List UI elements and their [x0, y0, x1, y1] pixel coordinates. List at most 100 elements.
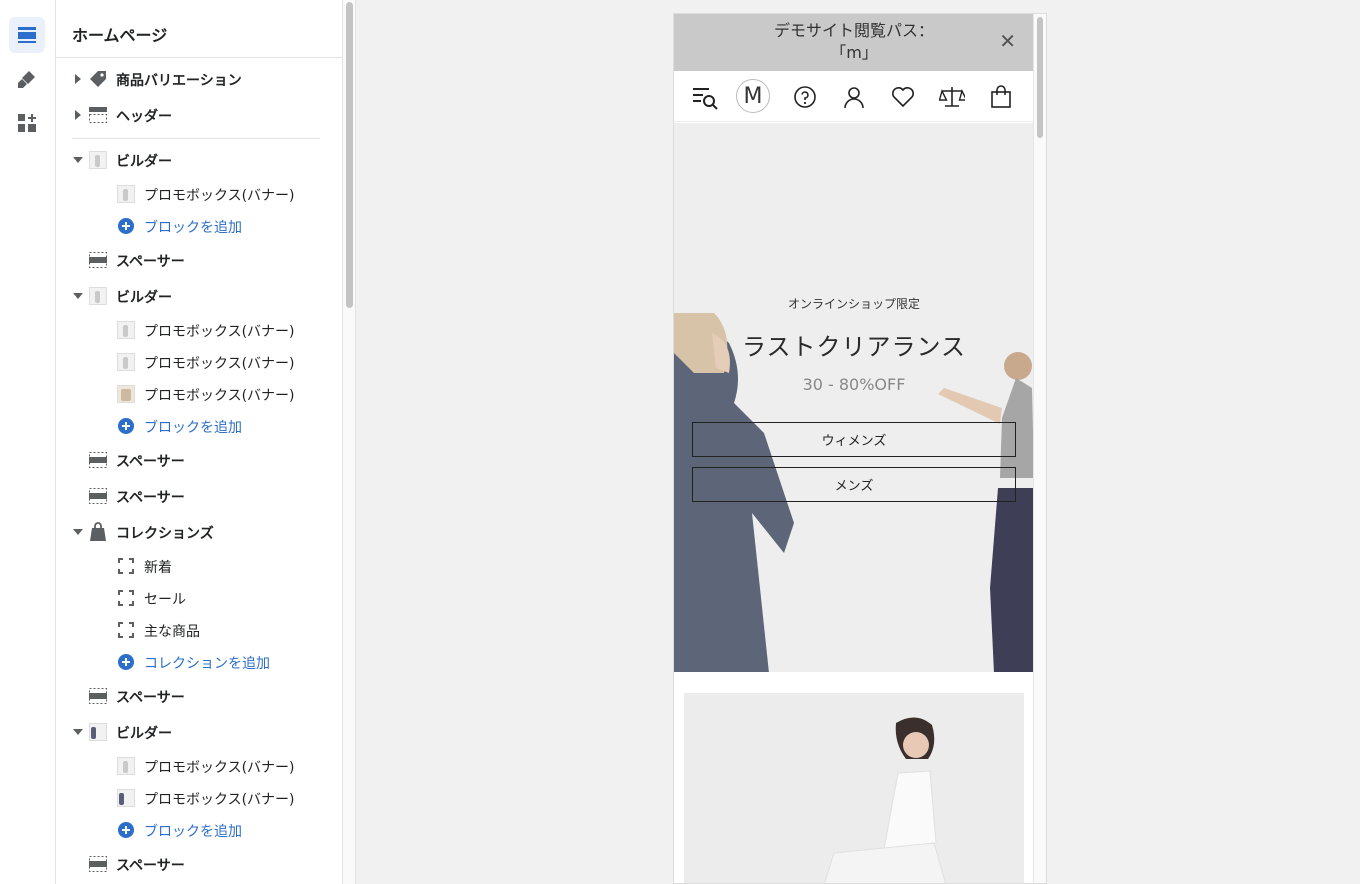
- preview-scrollbar[interactable]: [1033, 14, 1046, 883]
- builder-thumbnail-icon: [88, 151, 108, 169]
- spacer-icon: [88, 451, 108, 469]
- promo-banner-image: [684, 693, 1024, 883]
- add-collection-label: コレクションを追加: [144, 656, 270, 672]
- collection-frame-icon: [116, 589, 136, 607]
- builder-thumbnail-icon: [88, 287, 108, 305]
- promo-model-image: [824, 717, 946, 883]
- section-label: コレクションズ: [116, 526, 214, 542]
- collection-frame-icon: [116, 621, 136, 639]
- add-block-icon: [18, 114, 36, 132]
- caret-right-icon[interactable]: [72, 109, 84, 121]
- section-spacer-5[interactable]: スペーサー: [56, 848, 342, 880]
- caret-down-icon[interactable]: [72, 154, 84, 166]
- section-spacer-3[interactable]: スペーサー: [56, 480, 342, 512]
- add-block-button[interactable]: ブロックを追加: [56, 814, 342, 846]
- block-promo-box[interactable]: プロモボックス(バナー): [56, 750, 342, 782]
- sections-panel: ホームページ 商品バリエーション ヘッダー ビルダー プロモボックス(バナー) …: [56, 0, 342, 884]
- block-promo-box[interactable]: プロモボックス(バナー): [56, 314, 342, 346]
- panel-divider: [56, 57, 342, 58]
- block-label: プロモボックス(バナー): [144, 760, 295, 776]
- section-label: ビルダー: [116, 154, 172, 170]
- block-promo-box[interactable]: プロモボックス(バナー): [56, 378, 342, 410]
- add-block-button[interactable]: ブロックを追加: [56, 210, 342, 242]
- spacer-icon: [88, 687, 108, 705]
- caret-down-icon[interactable]: [72, 290, 84, 302]
- compare-scale-icon[interactable]: [939, 84, 965, 110]
- mens-button[interactable]: メンズ: [692, 467, 1016, 502]
- section-group-divider: [72, 138, 320, 139]
- add-block-label: ブロックを追加: [144, 420, 242, 436]
- hero-model-right-image: [938, 352, 1034, 672]
- sections-tab-button[interactable]: [9, 17, 45, 53]
- section-label: スペーサー: [116, 454, 185, 470]
- collection-item[interactable]: セール: [56, 582, 342, 614]
- section-label: スペーサー: [116, 490, 185, 506]
- section-label: スペーサー: [116, 858, 185, 874]
- section-builder-1[interactable]: ビルダー: [56, 144, 342, 176]
- promo-thumbnail-icon: [116, 757, 136, 775]
- caret-right-icon[interactable]: [72, 73, 84, 85]
- block-label: プロモボックス(バナー): [144, 356, 295, 372]
- collection-label: 主な商品: [144, 624, 200, 640]
- section-builder-3[interactable]: ビルダー: [56, 716, 342, 748]
- block-label: プロモボックス(バナー): [144, 324, 295, 340]
- promo-thumbnail-icon: [116, 385, 136, 403]
- spacer-icon: [88, 855, 108, 873]
- add-block-label: ブロックを追加: [144, 824, 242, 840]
- store-logo[interactable]: M: [736, 79, 770, 113]
- collection-item[interactable]: 主な商品: [56, 614, 342, 646]
- account-icon[interactable]: [841, 84, 867, 110]
- spacer-icon: [88, 251, 108, 269]
- block-promo-box[interactable]: プロモボックス(バナー): [56, 782, 342, 814]
- section-label: 商品バリエーション: [116, 73, 242, 89]
- panel-scrollbar[interactable]: [342, 0, 356, 884]
- section-spacer-4[interactable]: スペーサー: [56, 680, 342, 712]
- block-label: プロモボックス(バナー): [144, 388, 295, 404]
- page-title: ホームページ: [72, 26, 168, 45]
- plus-circle-icon: [116, 417, 136, 435]
- collection-label: 新着: [144, 560, 172, 576]
- block-promo-box[interactable]: プロモボックス(バナー): [56, 178, 342, 210]
- hero-headline: ラストクリアランス: [741, 333, 967, 361]
- close-icon[interactable]: ✕: [999, 31, 1016, 51]
- caret-down-icon[interactable]: [72, 526, 84, 538]
- hero-discount: 30 - 80%OFF: [802, 375, 906, 394]
- collection-item[interactable]: 新着: [56, 550, 342, 582]
- section-label: ヘッダー: [116, 109, 172, 125]
- store-header: M: [674, 71, 1034, 122]
- section-spacer-1[interactable]: スペーサー: [56, 244, 342, 276]
- announcement-text-line1: デモサイト閲覧パス：: [773, 21, 934, 40]
- block-promo-box[interactable]: プロモボックス(バナー): [56, 346, 342, 378]
- shopping-bag-icon[interactable]: [988, 84, 1014, 110]
- wishlist-heart-icon[interactable]: [890, 84, 916, 110]
- section-product-variations[interactable]: 商品バリエーション: [56, 63, 342, 95]
- promo-thumbnail-icon: [116, 185, 136, 203]
- caret-down-icon[interactable]: [72, 726, 84, 738]
- plus-circle-icon: [116, 217, 136, 235]
- editor-icon-rail: [0, 0, 56, 884]
- menu-search-icon[interactable]: [692, 84, 718, 110]
- add-collection-button[interactable]: コレクションを追加: [56, 646, 342, 678]
- add-block-label: ブロックを追加: [144, 220, 242, 236]
- section-label: スペーサー: [116, 690, 185, 706]
- section-header[interactable]: ヘッダー: [56, 99, 342, 131]
- section-collections[interactable]: コレクションズ: [56, 516, 342, 548]
- section-spacer-2[interactable]: スペーサー: [56, 444, 342, 476]
- preview-scrollbar-thumb[interactable]: [1037, 17, 1043, 138]
- collections-icon: [88, 522, 108, 541]
- app-blocks-button[interactable]: [9, 105, 45, 141]
- add-block-button[interactable]: ブロックを追加: [56, 410, 342, 442]
- announcement-bar: デモサイト閲覧パス： 「m」 ✕: [674, 14, 1034, 71]
- help-icon[interactable]: [792, 84, 818, 110]
- plus-circle-icon: [116, 821, 136, 839]
- header-section-icon: [88, 106, 108, 124]
- block-label: プロモボックス(バナー): [144, 188, 295, 204]
- theme-settings-button[interactable]: [9, 61, 45, 97]
- panel-scrollbar-thumb[interactable]: [346, 2, 353, 308]
- section-builder-2[interactable]: ビルダー: [56, 280, 342, 312]
- promo-thumbnail-icon: [116, 321, 136, 339]
- tag-icon: [88, 70, 108, 88]
- paint-brush-icon: [18, 71, 35, 88]
- womens-button[interactable]: ウィメンズ: [692, 422, 1016, 457]
- hero-banner: オンラインショップ限定 ラストクリアランス 30 - 80%OFF ウィメンズ …: [674, 123, 1034, 672]
